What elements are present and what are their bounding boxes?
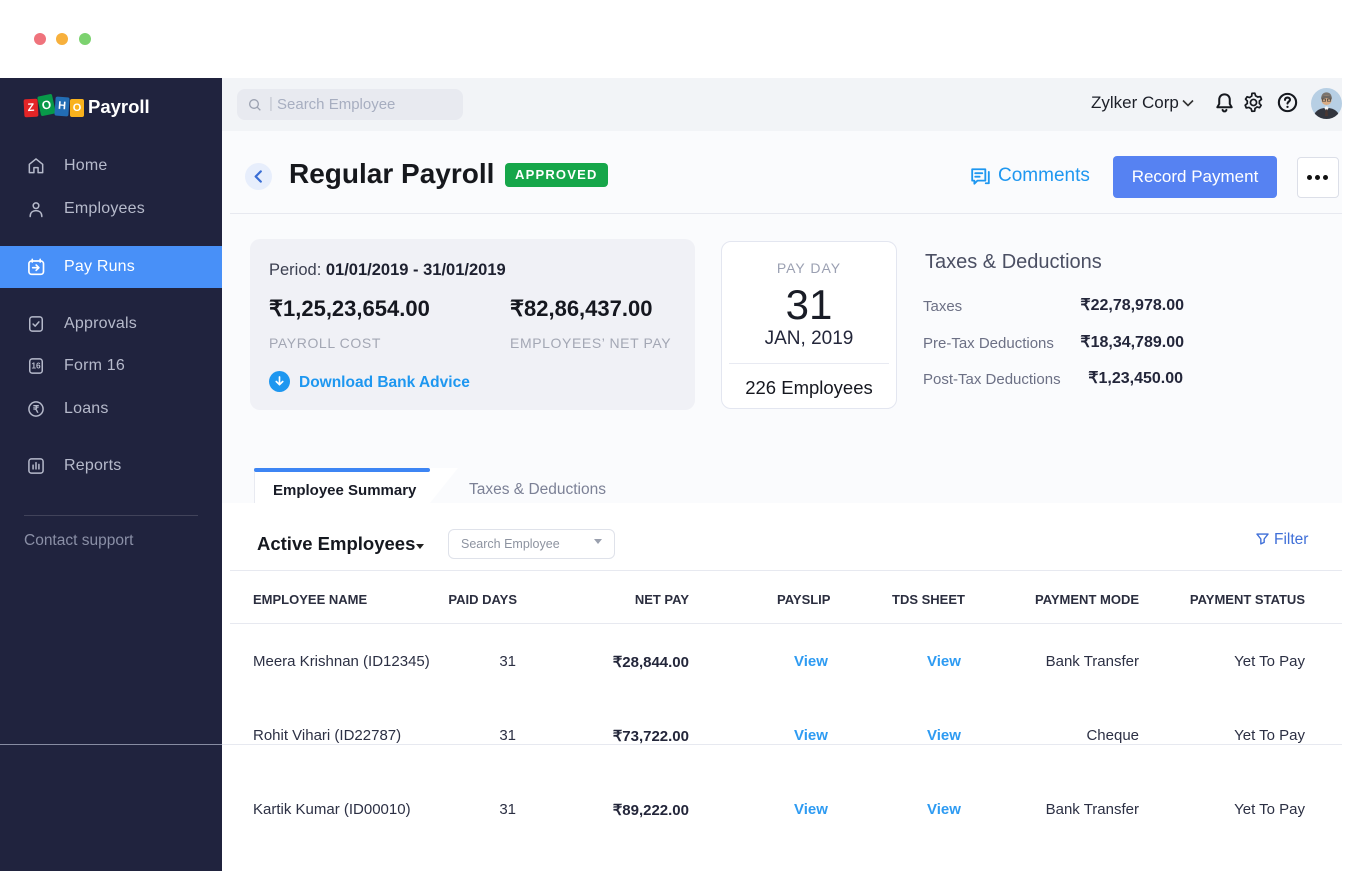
svg-text:₹: ₹ (33, 405, 40, 416)
svg-text:16: 16 (31, 361, 41, 371)
